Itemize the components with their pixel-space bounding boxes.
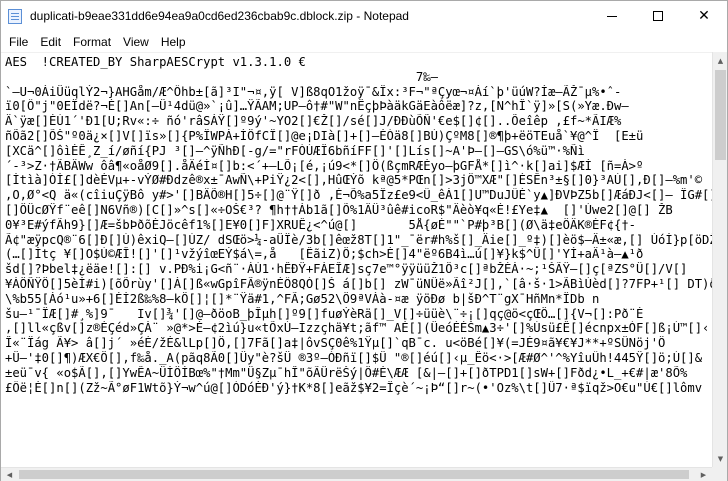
maximize-icon: [653, 11, 663, 21]
window-title: duplicati-b9eae331dd6e94ea9a0cd6ed236cba…: [30, 9, 409, 23]
text-line: 0¥³E#ýfÃh9}[]Æ=šbÞðõÈJöcêf1%[]E¥0[]F]XRU…: [5, 217, 637, 232]
title-bar[interactable]: duplicati-b9eae331dd6e94ea9a0cd6ed236cba…: [1, 1, 727, 31]
text-line: ñÕã2[]ÕŠ"º0ä¿×[]V[]ïs»[]{P%ÏWPÁ+ÌÖfCÏ[]@…: [5, 128, 644, 143]
close-button[interactable]: ✕: [681, 1, 727, 31]
maximize-button[interactable]: [635, 1, 681, 31]
minimize-icon: [607, 15, 617, 17]
text-line: +Ü–'‡0[]¶)ÆX€Ö[],f‰å._A(pãq8Ã0[]Üy"è?šÜ …: [5, 350, 703, 365]
menu-edit[interactable]: Edit: [34, 32, 67, 52]
text-line: ´-³>Z·†ÃBÄWw ôâ¶«oåØ9[].åÄéÌ¤[]b:<´+—LÕ¡…: [5, 158, 644, 173]
text-line: £Ôë¦È[]n[](Zž~Ã°øF1Wtõ}Ý¬w^ú@[]ÒDóÉÐ'ý}†…: [5, 380, 703, 395]
scroll-right-icon[interactable]: ▶: [695, 468, 712, 481]
text-line: ¥ÀÖÑŸÖ[]5èÌ#i)[õÕrùy'[]Á[]ß«wGpîFÃ®ÿnÉÔ8…: [5, 276, 712, 291]
text-line: `–U¬0ÁiÜüqlÝ2¬}AHGåm/Æ^Ôhb±[ã]³I"¬¤,ÿ[ V…: [5, 84, 622, 99]
horizontal-scroll-thumb[interactable]: [19, 470, 689, 479]
menu-bar: File Edit Format View Help: [1, 32, 727, 52]
scrollbar-corner: [712, 467, 727, 481]
menu-help[interactable]: Help: [155, 32, 192, 52]
text-line: [XCä^[]ôìÈÊ¸Z_í/øñí{PJ ³[]–^ÿÑhÐ[-g/="rF…: [5, 143, 585, 158]
text-line: []ÖÜcØŸf¨eê[]N6Vñ®)[C[]»^s[]«÷OŠ€³? ¶h††…: [5, 202, 673, 217]
text-line: šu–¹¯ÏÆ[]#¸%]9¯ Iv[]¾'[]@–ðöoB_þÎµh[]º9[…: [5, 306, 644, 321]
text-line: 7‰–: [5, 69, 438, 84]
scroll-down-icon[interactable]: ▼: [713, 450, 728, 467]
text-line: [Ìtìà]ÓÌ£[]dèÉVµ+-vÝØ#Ðdzê®x±¯AwÑ\+PiŸ¿2…: [5, 173, 703, 188]
text-line: AES !CREATED_BY SharpAESCrypt v1.3.1.0 €: [5, 55, 306, 69]
text-line: (…[]Ìtç ¥[]O$Ù©ÆÎ![]'[]¹vžýîœEÝ$á\=,å [Ê…: [5, 247, 644, 262]
text-line: ,[]ll«çßv[]z®ÉÇéd»ÇÀ¨ »@*>È–¢2ìú}u«tÕxÚ–…: [5, 321, 710, 336]
menu-file[interactable]: File: [1, 32, 34, 52]
scroll-up-icon[interactable]: ▲: [713, 52, 728, 69]
menu-view[interactable]: View: [117, 32, 155, 52]
text-line: Ä`ÿæ[]ÉÙ1´'Ð1[U;Rv«:÷ ñó'râSÁŸ[]º9ý'~YO2…: [5, 114, 622, 129]
notepad-icon[interactable]: [8, 9, 22, 24]
editor-content[interactable]: AES !CREATED_BY SharpAESCrypt v1.3.1.0 €…: [1, 53, 712, 395]
minimize-button[interactable]: [589, 1, 635, 31]
scroll-left-icon[interactable]: ◀: [1, 468, 18, 481]
menu-format[interactable]: Format: [67, 32, 117, 52]
horizontal-scrollbar[interactable]: ◀ ▶: [1, 467, 712, 481]
text-line: ,O,Ø°<Q ä«(cîiuÇÿBô y#>'[]BÄÕ®H[]5÷[]@¨Ÿ…: [5, 188, 712, 203]
text-line: šd[]?Þbel‡¿ëäe![]:[] v.PÐ%i¡G<ñ¨·ÀÚ1·hÊÐ…: [5, 262, 688, 277]
text-line: ±eü¯v{ «o$Ã[],[]YwÊA~ÜÌÖÍBœ%"†Mm"Ü§Zµ¯hÎ…: [5, 365, 688, 380]
vertical-scroll-thumb[interactable]: [715, 70, 726, 160]
text-line: ï0[Ô"j"0EÏdë?¬È[]An[–Ü¹4dü@»`¡û]…ŸÃAM;UP…: [5, 99, 629, 114]
vertical-scrollbar[interactable]: ▲ ▼: [712, 52, 727, 467]
text-line: \%b55[Áó¹u»+6[]ÉÍ2ß‰%8–kÖ[]¦[]*¨Ÿä#1,^FÃ…: [5, 291, 600, 306]
notepad-window: duplicati-b9eae331dd6e94ea9a0cd6ed236cba…: [0, 0, 728, 481]
text-line: Ã¢"æÿpcQ®¨6[]Ð[]Ú)êxiQ–[]ÚZ/ dSŒö>¼-aÜÏè…: [5, 232, 712, 247]
text-editor[interactable]: AES !CREATED_BY SharpAESCrypt v1.3.1.0 €…: [1, 52, 712, 467]
text-line: Î«¨Ïág Ã¥> â[]j´ »éÉ/žÉ&lLp[]Ö,[]7Fã[]a‡…: [5, 336, 666, 351]
close-icon: ✕: [698, 8, 710, 24]
